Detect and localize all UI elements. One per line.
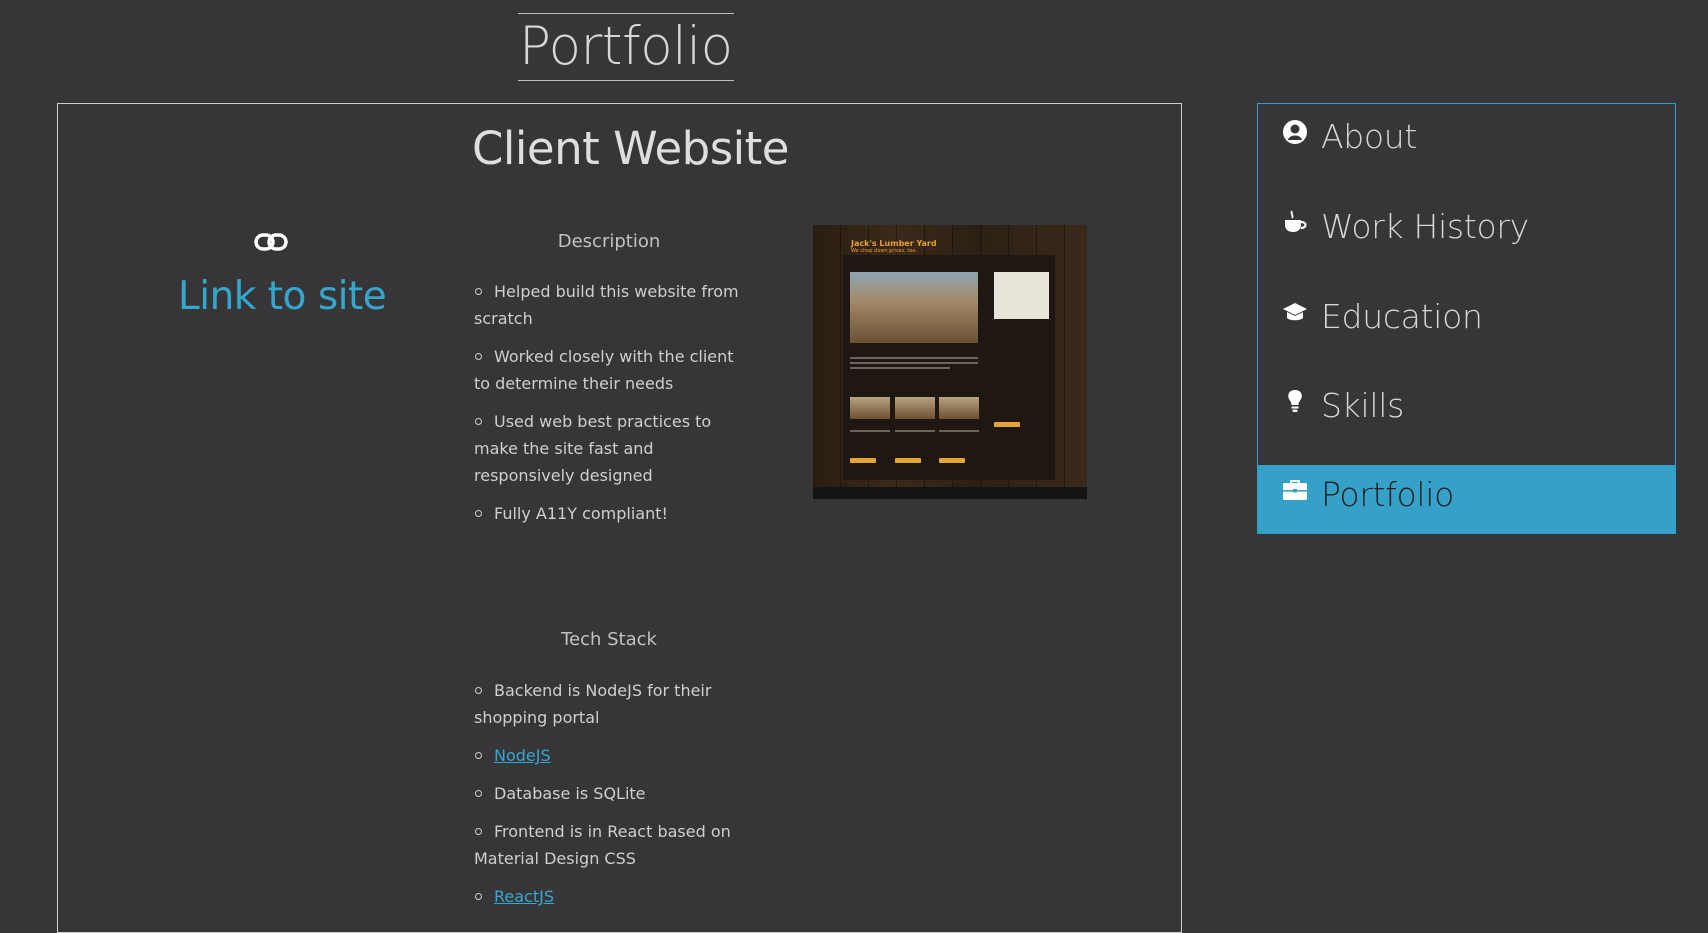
nav-item-education[interactable]: Education bbox=[1258, 287, 1675, 355]
nodejs-link[interactable]: NodeJS bbox=[494, 746, 551, 765]
list-item: Database is SQLite bbox=[474, 780, 752, 807]
list-item: Frontend is in React based on Material D… bbox=[474, 822, 731, 868]
list-item: Backend is NodeJS for their shopping por… bbox=[474, 681, 712, 727]
screenshot-site-title: Jack's Lumber Yard We chop down prices, … bbox=[851, 239, 937, 254]
nav-item-work-history[interactable]: Work History bbox=[1258, 197, 1675, 265]
coffee-cup-icon bbox=[1285, 210, 1307, 232]
project-title: Client Website bbox=[472, 122, 789, 175]
site-screenshot: Jack's Lumber Yard We chop down prices, … bbox=[813, 225, 1087, 499]
tech-stack-list: Backend is NodeJS for their shopping por… bbox=[474, 677, 752, 921]
project-card: Client Website Link to site Description … bbox=[57, 103, 1182, 933]
nav-item-portfolio[interactable]: Portfolio bbox=[1258, 465, 1675, 533]
list-item: Worked closely with the client to determ… bbox=[474, 347, 734, 393]
lightbulb-icon bbox=[1288, 390, 1302, 412]
tech-stack-heading: Tech Stack bbox=[561, 629, 657, 650]
description-list: Helped build this website from scratch W… bbox=[474, 278, 752, 538]
description-heading: Description bbox=[557, 231, 661, 252]
user-icon bbox=[1283, 120, 1307, 144]
nav-item-about[interactable]: About bbox=[1258, 107, 1675, 175]
briefcase-icon bbox=[1283, 480, 1307, 500]
link-to-site[interactable]: Link to site bbox=[178, 274, 387, 319]
link-icon[interactable] bbox=[254, 232, 288, 252]
list-item: Fully A11Y compliant! bbox=[474, 500, 752, 527]
list-item: Used web best practices to make the site… bbox=[474, 412, 712, 485]
list-item: NodeJS bbox=[474, 742, 752, 769]
reactjs-link[interactable]: ReactJS bbox=[494, 887, 554, 906]
graduation-cap-icon bbox=[1283, 303, 1307, 321]
sidebar-nav: About Work History Education Skills Port… bbox=[1257, 103, 1676, 534]
list-item: Helped build this website from scratch bbox=[474, 282, 739, 328]
page-title: Portfolio bbox=[518, 13, 734, 81]
nav-item-skills[interactable]: Skills bbox=[1258, 376, 1675, 444]
